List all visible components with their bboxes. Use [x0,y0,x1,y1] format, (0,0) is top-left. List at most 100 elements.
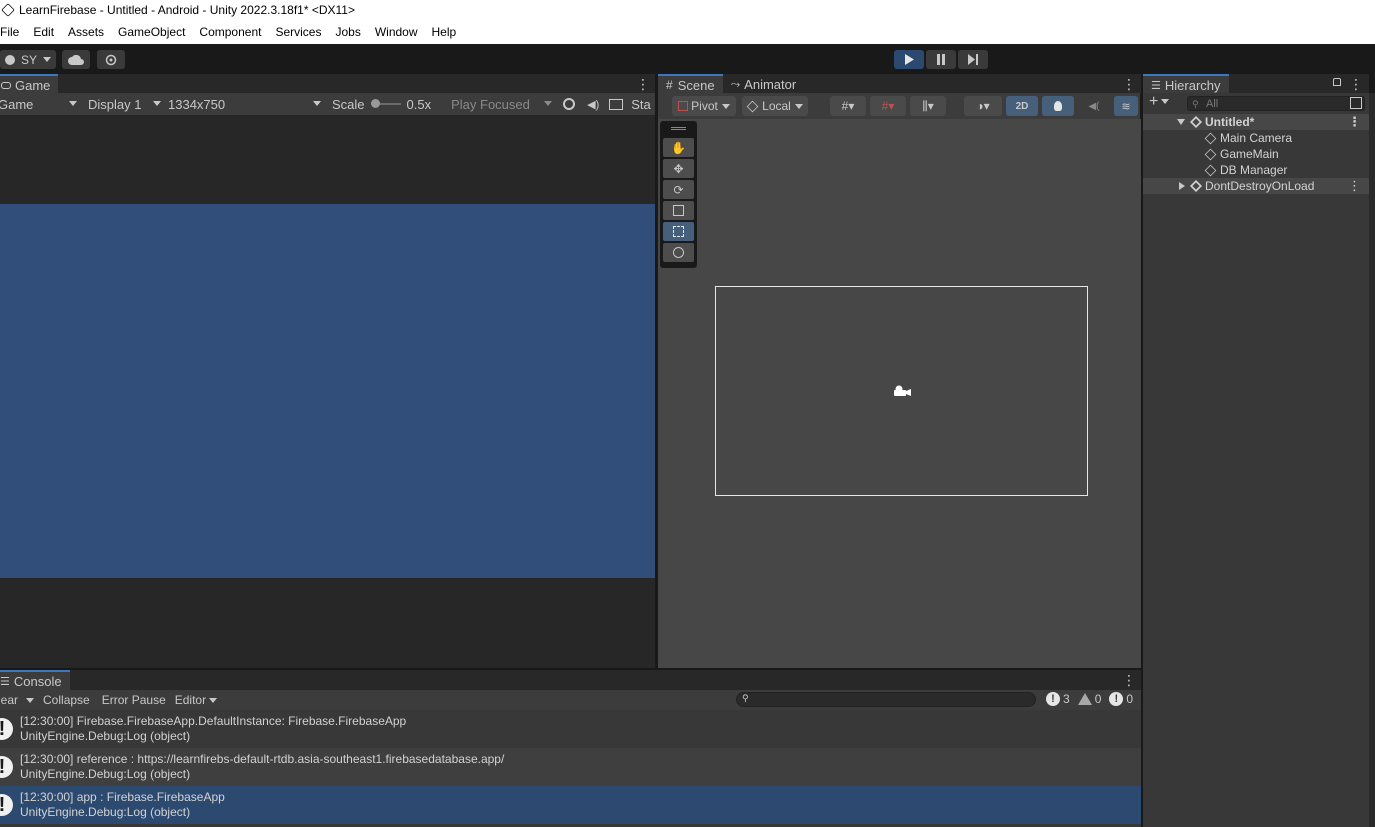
collapse-toggle[interactable]: Collapse [43,693,90,707]
gizmos-grid-icon[interactable] [609,98,624,110]
hierarchy-item-gamemain[interactable]: GameMain [1143,146,1369,162]
hierarchy-scene-untitled[interactable]: Untitled* ⋮ [1143,114,1369,130]
pause-button[interactable] [926,50,956,69]
chevron-down-icon [69,101,77,106]
move-tool-button[interactable]: ✥ [663,159,694,178]
stats-button[interactable]: Sta [631,97,651,112]
unity-scene-icon [1189,179,1203,193]
console-log-row-selected[interactable]: ! [12:30:00] app : Firebase.FirebaseApp … [0,786,1141,824]
snap-dropdown[interactable]: #▾ [830,96,866,116]
info-count-toggle[interactable]: ! 3 [1046,692,1070,706]
audio-mute-icon[interactable]: ◀) [587,98,599,111]
lock-icon[interactable] [1333,78,1341,86]
game-view[interactable] [0,115,655,668]
menu-services[interactable]: Services [268,25,328,39]
hierarchy-scrollbar[interactable] [1369,93,1375,827]
tab-hierarchy[interactable]: ☰ Hierarchy [1143,74,1229,94]
resolution-dropdown[interactable]: 1334x750 [164,93,324,115]
chevron-down-icon [153,101,161,106]
expand-arrow-icon[interactable] [1177,119,1185,125]
scale-value: 0.5x [406,96,432,112]
console-log-row[interactable]: ! [12:30:00] Firebase.FirebaseApp.Defaul… [0,710,1141,748]
camera-gizmo-icon[interactable] [892,385,912,398]
audio-toggle[interactable]: ◀( [1078,96,1110,116]
lighting-toggle[interactable] [1042,96,1074,116]
error-count-toggle[interactable]: ! 0 [1109,692,1133,706]
title-bar: LearnFirebase - Untitled - Android - Uni… [0,0,1375,20]
hierarchy-item-main-camera[interactable]: Main Camera [1143,130,1369,146]
local-dropdown[interactable]: Local [742,96,808,116]
tab-game[interactable]: Game [0,74,59,94]
play-button[interactable] [894,50,924,69]
log-info-icon: ! [0,756,13,778]
hierarchy-menu-icon[interactable]: ⋮ [1349,77,1363,91]
window-title: LearnFirebase - Untitled - Android - Uni… [19,3,355,17]
search-icon: ⚲ [742,693,749,703]
console-log-row[interactable]: ! [12:30:00] reference : https://learnfi… [0,748,1141,786]
list-icon: ☰ [1151,79,1161,92]
collapse-arrow-icon[interactable] [1179,182,1185,190]
rect-transform-icon [673,226,684,237]
dontdestroy-row-menu-icon[interactable]: ⋮ [1348,178,1361,194]
account-dropdown[interactable]: SY [0,50,56,69]
scene-panel-menu-icon[interactable]: ⋮ [1122,77,1136,91]
layers-icon: ≋ [1121,100,1131,113]
console-menu-icon[interactable]: ⋮ [1122,673,1136,687]
gameobject-cube-icon [1204,164,1217,176]
clear-options-dropdown[interactable] [26,697,35,703]
menu-jobs[interactable]: Jobs [328,25,367,39]
scale-slider[interactable] [370,93,401,115]
clear-button[interactable]: lear [0,693,18,707]
warning-count-toggle[interactable]: 0 [1077,692,1101,706]
hand-tool-button[interactable]: ✋ [663,138,694,157]
draw-mode-dropdown[interactable]: ◑▾ [964,96,1002,116]
increment-snap-dropdown[interactable]: ⫼▾ [910,96,946,116]
search-filter-icon[interactable] [1350,97,1362,109]
grid-snap-dropdown[interactable]: #▾ [870,96,906,116]
pivot-dropdown[interactable]: Pivot [672,96,736,116]
ruler-icon: ⫼▾ [922,98,934,113]
console-search-input[interactable]: ⚲ [736,692,1036,707]
2d-toggle[interactable]: 2D [1006,96,1038,116]
log-info-icon: ! [0,794,13,816]
menu-gameobject[interactable]: GameObject [111,25,192,39]
menu-component[interactable]: Component [192,25,268,39]
game-view-dropdown[interactable]: Game [0,93,80,115]
menu-edit[interactable]: Edit [26,25,61,39]
snap-grid-icon: #▾ [841,99,855,113]
grid-snap-icon: #▾ [881,99,895,113]
editor-dropdown[interactable]: Editor [175,693,218,707]
tab-animator[interactable]: ⤳ Animator [723,74,805,94]
rect-tool-button[interactable] [663,222,694,241]
scale-slider-thumb[interactable] [370,99,380,108]
grid-icon: # [666,78,673,92]
transform-tool-button[interactable] [663,243,694,262]
step-button[interactable] [958,50,988,69]
menu-assets[interactable]: Assets [61,25,111,39]
create-dropdown[interactable]: + [1149,94,1170,110]
tab-scene[interactable]: # Scene [658,74,723,94]
display-dropdown[interactable]: Display 1 [80,93,164,115]
scene-row-menu-icon[interactable]: ⋮ [1348,114,1361,130]
effects-toggle[interactable]: ≋ [1114,96,1138,116]
error-pause-toggle[interactable]: Error Pause [102,693,166,707]
scale-tool-button[interactable] [663,201,694,220]
game-panel-menu-icon[interactable]: ⋮ [636,77,650,91]
main-toolbar: SY [0,44,1375,74]
bug-icon[interactable] [563,98,576,110]
hierarchy-item-db-manager[interactable]: DB Manager [1143,162,1369,178]
rotate-tool-button[interactable]: ⟳ [663,180,694,199]
overlay-handle-icon[interactable] [671,127,686,130]
cloud-button[interactable] [62,50,90,69]
menu-window[interactable]: Window [368,25,425,39]
collab-button[interactable] [97,50,125,69]
move-icon: ✥ [673,161,684,176]
hierarchy-search-input[interactable]: ⚲ All [1187,96,1365,111]
chevron-down-icon [544,101,553,106]
menu-help[interactable]: Help [425,25,464,39]
hierarchy-scene-dontdestroyonload[interactable]: DontDestroyOnLoad ⋮ [1143,178,1369,194]
play-focused-dropdown[interactable]: Play Focused [449,93,555,115]
console-tabbar: ☰ Console [0,670,1141,690]
tab-console[interactable]: ☰ Console [0,670,70,690]
menu-file[interactable]: File [0,25,26,39]
